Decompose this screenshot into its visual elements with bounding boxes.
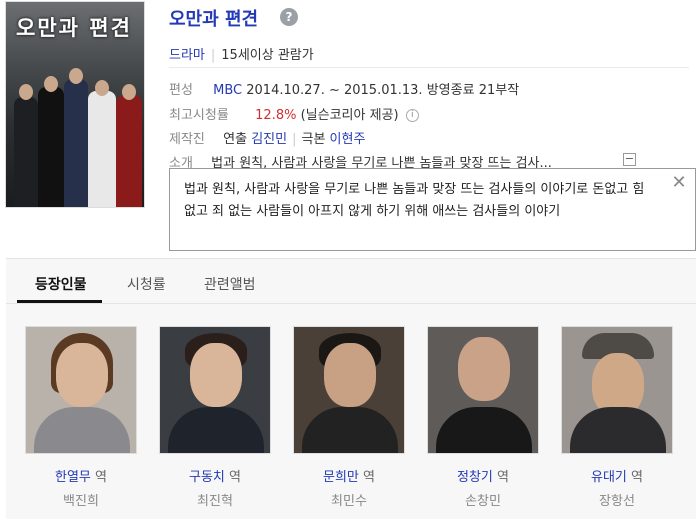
active-tab-indicator <box>17 300 102 303</box>
genre-separator: | <box>210 48 216 63</box>
channel-link[interactable]: MBC <box>213 83 242 98</box>
photo-body <box>302 407 398 453</box>
cast-role: 한열무 역 <box>25 466 137 485</box>
actor-name[interactable]: 최민수 <box>293 490 405 509</box>
info-icon[interactable]: i <box>405 109 419 122</box>
staff-label: 제작진 <box>169 132 205 147</box>
intro-popup: 법과 원칙, 사람과 사랑을 무기로 나쁜 놈들과 맞장 뜨는 검사들의 이야기… <box>169 168 696 251</box>
poster-figure <box>116 95 142 207</box>
actor-name[interactable]: 최진혁 <box>159 490 271 509</box>
actor-name[interactable]: 장항선 <box>561 490 673 509</box>
cast-photo[interactable] <box>25 326 137 454</box>
staff-row: 제작진 연출 김진민 | 극본 이현주 <box>169 128 365 147</box>
role-suffix: 역 <box>497 470 509 485</box>
schedule-row: 편성 MBC 2014.10.27. ~ 2015.01.13. 방영종료 21… <box>169 79 519 98</box>
role-name-link[interactable]: 구동치 <box>189 470 225 485</box>
schedule-label: 편성 <box>169 83 193 98</box>
collapse-button[interactable]: − <box>623 153 636 166</box>
drama-title[interactable]: 오만과 편견 <box>169 5 258 31</box>
poster-figure <box>95 80 109 96</box>
writer-link[interactable]: 이현주 <box>330 132 366 147</box>
drama-poster[interactable]: 오만과 편견 <box>5 1 145 208</box>
writer-role: 극본 <box>301 132 326 147</box>
cast-role: 정창기 역 <box>427 466 539 485</box>
director-link[interactable]: 김진민 <box>251 132 287 147</box>
cast-photo[interactable] <box>293 326 405 454</box>
photo-body <box>436 407 532 453</box>
role-suffix: 역 <box>229 470 241 485</box>
role-name-link[interactable]: 문희만 <box>323 470 359 485</box>
photo-face <box>458 337 510 401</box>
poster-figure <box>19 84 33 100</box>
photo-face <box>56 343 108 407</box>
photo-body <box>570 407 666 453</box>
role-name-link[interactable]: 정창기 <box>457 470 493 485</box>
poster-figure <box>38 87 64 207</box>
divider <box>169 67 689 68</box>
poster-figure <box>64 79 88 207</box>
cast-card[interactable]: 문희만 역 최민수 <box>293 326 405 509</box>
broadcast-period: 2014.10.27. ~ 2015.01.13. <box>246 83 423 98</box>
poster-figure <box>88 91 116 207</box>
staff-separator: | <box>292 132 297 147</box>
poster-figure <box>69 68 83 84</box>
role-name-link[interactable]: 유대기 <box>591 470 627 485</box>
tab-cast[interactable]: 등장인물 <box>35 274 87 294</box>
episode-count: 21부작 <box>478 83 520 98</box>
peak-rating-source: (닐슨코리아 제공) <box>300 108 399 123</box>
actor-name[interactable]: 손창민 <box>427 490 539 509</box>
tab-bar: 등장인물 시청률 관련앨범 <box>6 259 696 304</box>
cast-card[interactable]: 유대기 역 장항선 <box>561 326 673 509</box>
cast-role: 구동치 역 <box>159 466 271 485</box>
role-suffix: 역 <box>363 470 375 485</box>
close-icon[interactable]: ✕ <box>671 174 687 192</box>
poster-figure <box>122 84 136 100</box>
age-rating: 15세이상 관람가 <box>221 48 314 63</box>
actor-name[interactable]: 백진희 <box>25 490 137 509</box>
tab-ratings[interactable]: 시청률 <box>127 274 166 294</box>
poster-figure <box>14 97 38 207</box>
photo-face <box>190 343 242 407</box>
role-name-link[interactable]: 한열무 <box>55 470 91 485</box>
cast-card[interactable]: 한열무 역 백진희 <box>25 326 137 509</box>
intro-popup-text: 법과 원칙, 사람과 사랑을 무기로 나쁜 놈들과 맞장 뜨는 검사들의 이야기… <box>184 182 645 219</box>
photo-face <box>324 343 376 407</box>
poster-figure <box>44 76 58 92</box>
cast-role: 문희만 역 <box>293 466 405 485</box>
peak-rating-value: 12.8% <box>255 108 297 123</box>
photo-body <box>34 407 130 453</box>
question-mark-icon[interactable]: ? <box>280 8 298 26</box>
genre-link[interactable]: 드라마 <box>169 48 205 63</box>
director-role: 연출 <box>223 132 248 147</box>
cast-role: 유대기 역 <box>561 466 673 485</box>
genre-row: 드라마 | 15세이상 관람가 <box>169 44 314 63</box>
role-suffix: 역 <box>95 470 107 485</box>
photo-body <box>168 407 264 453</box>
cast-photo[interactable] <box>427 326 539 454</box>
cast-card[interactable]: 구동치 역 최진혁 <box>159 326 271 509</box>
tab-albums[interactable]: 관련앨범 <box>204 274 256 294</box>
cast-photo[interactable] <box>561 326 673 454</box>
cast-photo[interactable] <box>159 326 271 454</box>
broadcast-status: 방영종료 <box>426 83 475 98</box>
peak-rating-row: 최고시청률 12.8% (닐슨코리아 제공) i <box>169 104 419 123</box>
cast-card[interactable]: 정창기 역 손창민 <box>427 326 539 509</box>
role-suffix: 역 <box>631 470 643 485</box>
peak-rating-label: 최고시청률 <box>169 108 229 123</box>
poster-title: 오만과 편견 <box>16 16 132 40</box>
